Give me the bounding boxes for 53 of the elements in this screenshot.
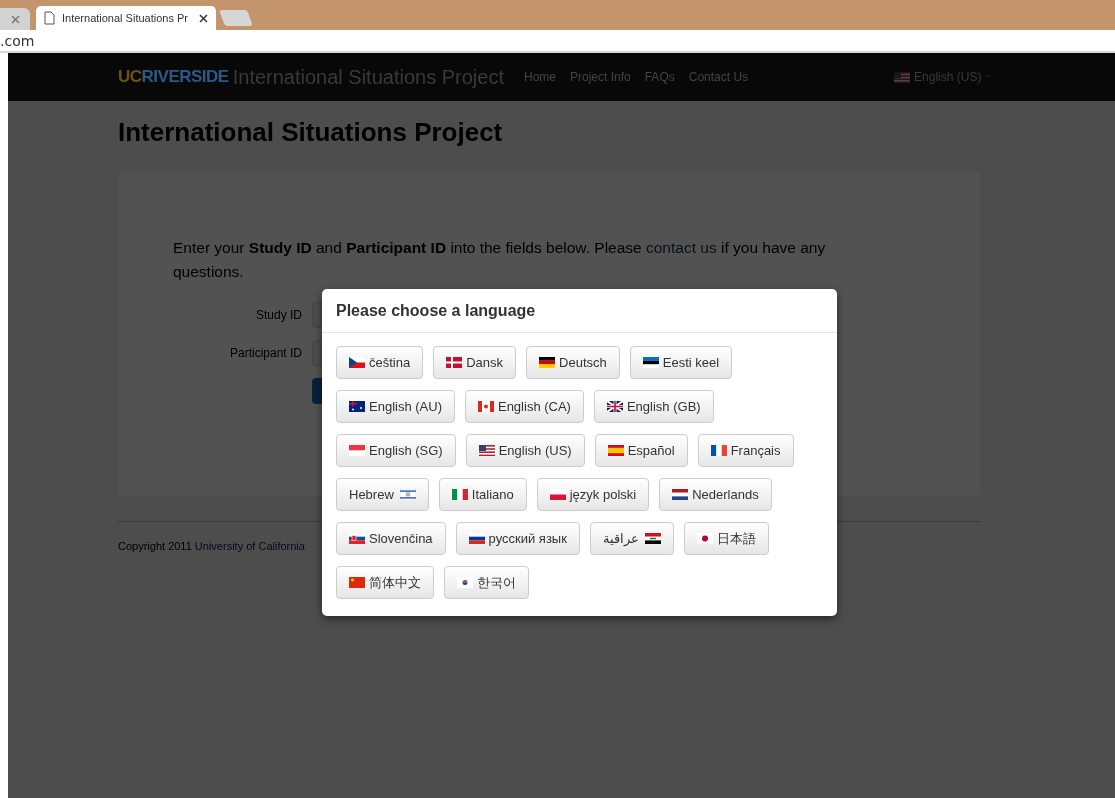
language-button[interactable]: język polski (536, 478, 650, 511)
flag-icon (349, 401, 365, 412)
flag-icon (894, 71, 911, 83)
flag-icon (644, 533, 661, 544)
flag-icon (468, 533, 485, 544)
flag-icon (696, 533, 713, 544)
language-button[interactable]: Nederlands (659, 478, 772, 511)
flag-icon (710, 445, 727, 456)
language-button[interactable]: English (CA) (464, 390, 584, 423)
language-button[interactable]: Français (697, 434, 794, 467)
language-button[interactable]: 简体中文 (336, 566, 434, 599)
field-label: Participant ID (228, 346, 302, 360)
language-button[interactable]: English (SG) (336, 434, 456, 467)
field-label: Study ID (254, 308, 302, 322)
new-tab-button[interactable] (219, 10, 253, 26)
language-button[interactable]: English (GB) (593, 390, 714, 423)
language-button[interactable]: Deutsch (526, 346, 620, 379)
close-icon[interactable] (199, 13, 208, 23)
language-button[interactable]: Eesti keel (629, 346, 733, 379)
address-text[interactable]: .com (0, 32, 35, 49)
language-button[interactable]: Italiano (438, 478, 527, 511)
flag-icon (349, 533, 365, 544)
browser-tab[interactable]: International Situations Pr (36, 6, 216, 30)
language-button[interactable]: عراقية (589, 522, 674, 555)
language-button[interactable]: English (US) (465, 434, 585, 467)
flag-icon (446, 357, 463, 368)
flag-icon (607, 445, 624, 456)
flag-icon (539, 357, 556, 368)
flag-icon (478, 445, 495, 456)
language-button[interactable]: English (AU) (336, 390, 455, 423)
dialog-title: Please choose a language (322, 289, 837, 333)
language-button[interactable]: čeština (336, 346, 424, 379)
language-button[interactable]: Hebrew (336, 478, 429, 511)
flag-icon (642, 357, 659, 368)
flag-icon (549, 489, 566, 500)
language-button[interactable]: Slovenčina (336, 522, 446, 555)
flag-icon (672, 489, 689, 500)
flag-icon (349, 577, 365, 588)
page-heading: International Situations Project (118, 117, 504, 148)
language-button[interactable]: 한국어 (444, 566, 529, 599)
language-button[interactable]: русский язык (455, 522, 580, 555)
flag-icon (349, 445, 365, 456)
flag-icon (451, 489, 468, 500)
language-button[interactable]: Dansk (433, 346, 517, 379)
language-button[interactable]: 日本語 (683, 522, 769, 555)
language-button[interactable]: Español (594, 434, 688, 467)
page-icon (44, 11, 55, 25)
flag-icon (457, 577, 473, 588)
flag-icon (399, 489, 416, 500)
flag-icon (477, 401, 494, 412)
intro-text: Enter your Study ID and Participant ID into the fields below. Please contact us if you have any questions. (173, 238, 827, 282)
flag-icon (349, 357, 365, 368)
flag-icon (606, 401, 623, 412)
